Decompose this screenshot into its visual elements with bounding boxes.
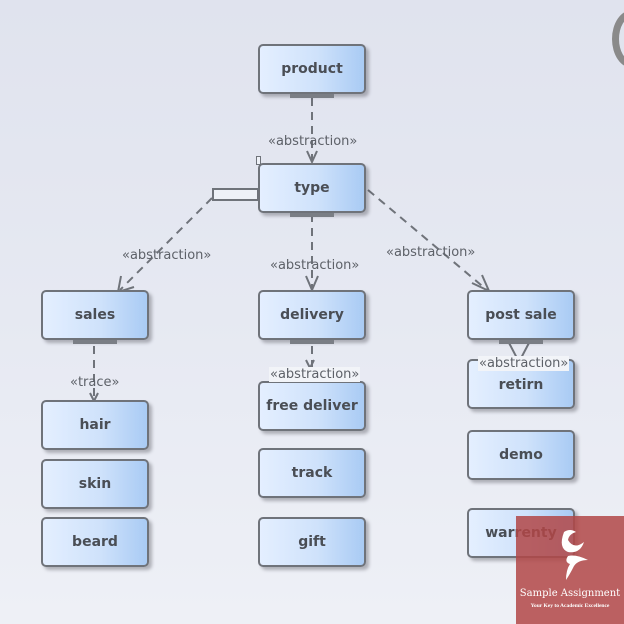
node-free-deliver[interactable]: free deliver bbox=[258, 381, 366, 431]
edge-label-type-post-sale: «abstraction» bbox=[386, 245, 476, 260]
node-demo[interactable]: demo bbox=[467, 430, 575, 480]
watermark-brand: Sample Assignment bbox=[519, 588, 621, 599]
node-hair[interactable]: hair bbox=[41, 400, 149, 450]
node-label: hair bbox=[79, 417, 111, 433]
edge-label-delivery-free-deliver: «abstraction» bbox=[269, 367, 361, 382]
edge-label-product-type: «abstraction» bbox=[268, 134, 358, 149]
node-label: sales bbox=[74, 307, 116, 323]
watermark: Sample Assignment Your Key to Academic E… bbox=[516, 516, 624, 624]
edge-type-postsale bbox=[367, 189, 488, 291]
node-post-sale[interactable]: post sale bbox=[467, 290, 575, 344]
node-product[interactable]: product bbox=[258, 44, 366, 98]
node-label: post sale bbox=[485, 307, 557, 323]
node-type[interactable]: type bbox=[258, 163, 366, 217]
node-label: delivery bbox=[280, 307, 344, 323]
node-gift[interactable]: gift bbox=[258, 517, 366, 567]
edge-type-sales bbox=[119, 197, 213, 291]
node-label: product bbox=[281, 61, 343, 77]
node-label: free deliver bbox=[266, 398, 358, 414]
node-label: beard bbox=[72, 534, 118, 550]
edge-label-type-sales: «abstraction» bbox=[122, 248, 212, 263]
node-label: skin bbox=[78, 476, 112, 492]
node-label: retirn bbox=[498, 377, 544, 393]
edge-label-sales-hair: «trace» bbox=[70, 375, 120, 390]
node-label: type bbox=[294, 180, 330, 196]
watermark-tagline: Your Key to Academic Excellence bbox=[530, 603, 610, 609]
node-sales[interactable]: sales bbox=[41, 290, 149, 344]
node-beard[interactable]: beard bbox=[41, 517, 149, 567]
type-port bbox=[212, 188, 259, 201]
node-label: track bbox=[291, 465, 333, 481]
node-delivery[interactable]: delivery bbox=[258, 290, 366, 344]
node-skin[interactable]: skin bbox=[41, 459, 149, 509]
node-label: gift bbox=[298, 534, 326, 550]
edge-label-post-sale-retirn: «abstraction» bbox=[478, 356, 570, 371]
edge-label-type-delivery: «abstraction» bbox=[270, 258, 360, 273]
node-track[interactable]: track bbox=[258, 448, 366, 498]
node-label: demo bbox=[499, 447, 543, 463]
arrowhead-delivery bbox=[305, 275, 319, 293]
dancer-logo-icon bbox=[561, 530, 588, 580]
